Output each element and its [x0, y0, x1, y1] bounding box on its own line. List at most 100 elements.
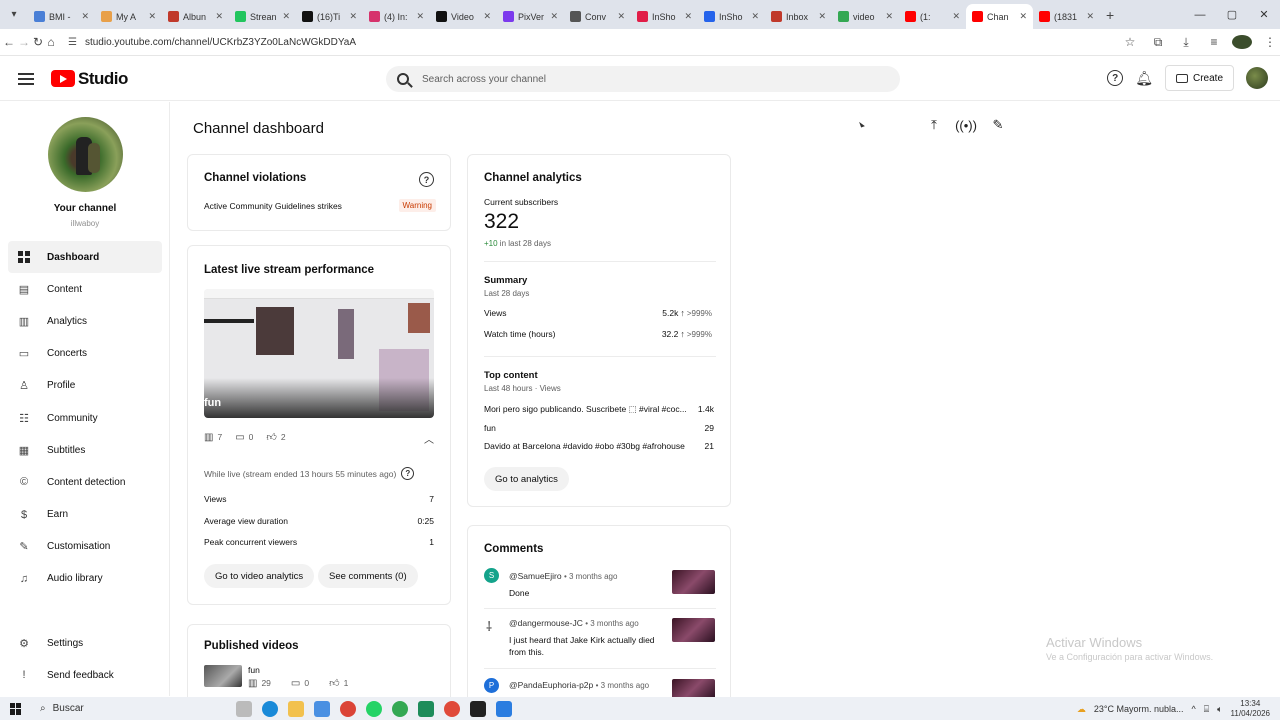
comment-video-thumbnail[interactable]: [672, 570, 715, 594]
app-blue-icon[interactable]: [496, 700, 512, 717]
tab-close-icon[interactable]: ✕: [81, 11, 89, 22]
sidebar-item-content[interactable]: ▤ Content: [8, 273, 162, 305]
media-control-icon[interactable]: ≡: [1204, 35, 1224, 49]
capcut-icon[interactable]: [470, 700, 486, 717]
upload-icon[interactable]: ⤒: [925, 116, 943, 134]
browser-tab[interactable]: BMI - ✕: [28, 4, 95, 29]
volume-icon[interactable]: 🔈︎: [1217, 704, 1222, 715]
network-icon[interactable]: ⌸: [1204, 704, 1209, 715]
comment-video-thumbnail[interactable]: [672, 679, 715, 699]
tab-close-icon[interactable]: ✕: [148, 11, 156, 22]
commenter-avatar[interactable]: S: [484, 568, 499, 583]
task-view-icon[interactable]: [236, 700, 252, 717]
create-button[interactable]: Create: [1164, 65, 1234, 91]
account-avatar[interactable]: [1246, 67, 1268, 89]
tab-close-icon[interactable]: ✕: [818, 11, 826, 22]
browser-tab[interactable]: (1831 ✕: [1033, 4, 1100, 29]
bookmark-star-icon[interactable]: ☆: [1120, 35, 1140, 49]
home-button[interactable]: ⌂: [46, 30, 56, 54]
url-field[interactable]: ☰ studio.youtube.com/channel/UCKrbZ3YZo0…: [68, 31, 1108, 53]
tab-close-icon[interactable]: ✕: [550, 11, 558, 22]
menu-icon[interactable]: [18, 72, 34, 85]
browser-tab[interactable]: Conv ✕: [564, 4, 631, 29]
weather-text[interactable]: 23°C Mayorm. nubla...: [1094, 704, 1184, 714]
tab-close-icon[interactable]: ✕: [1019, 11, 1027, 22]
tab-close-icon[interactable]: ✕: [1086, 11, 1094, 22]
sidebar-item-community[interactable]: ☷ Community: [8, 402, 162, 434]
browser-tab[interactable]: Strean ✕: [229, 4, 296, 29]
weather-icon[interactable]: ☁: [1077, 704, 1086, 715]
tab-close-icon[interactable]: ✕: [349, 11, 357, 22]
browser-tab[interactable]: My A ✕: [95, 4, 162, 29]
sidebar-item-customisation[interactable]: ✎ Customisation: [8, 531, 162, 563]
sidebar-item-dashboard[interactable]: Dashboard: [8, 241, 162, 274]
taskbar-search[interactable]: ⌕ Buscar: [40, 703, 230, 714]
chrome-profile-2-icon[interactable]: [444, 700, 460, 717]
go-live-icon[interactable]: ((•)): [955, 116, 977, 134]
sidebar-item-content-detection[interactable]: © Content detection: [8, 466, 162, 498]
site-info-icon[interactable]: ☰: [68, 37, 77, 48]
back-button[interactable]: ←: [3, 30, 15, 54]
browser-tab[interactable]: (4) In: ✕: [363, 4, 430, 29]
clock[interactable]: 13:34 11/04/2026: [1231, 699, 1270, 719]
extensions-icon[interactable]: ⧉: [1148, 35, 1168, 50]
browser-tab[interactable]: InSho ✕: [631, 4, 698, 29]
tab-close-icon[interactable]: ✕: [885, 11, 893, 22]
sidebar-item-earn[interactable]: $ Earn: [8, 499, 162, 531]
browser-tab[interactable]: (16)Ti ✕: [296, 4, 363, 29]
whatsapp-icon[interactable]: [366, 700, 382, 717]
see-comments-button[interactable]: See comments (0): [318, 564, 418, 588]
tab-search-chevron-icon[interactable]: ▾: [0, 0, 28, 29]
top-content-row[interactable]: fun 29: [484, 423, 714, 433]
tab-close-icon[interactable]: ✕: [416, 11, 424, 22]
chrome-profile-icon[interactable]: [392, 700, 408, 717]
sidebar-item-concerts[interactable]: ▭ Concerts: [8, 338, 162, 370]
published-video-title[interactable]: fun: [248, 665, 260, 675]
studio-logo[interactable]: Studio: [51, 69, 128, 89]
browser-menu-icon[interactable]: ⋮: [1260, 35, 1280, 49]
violations-help-icon[interactable]: ?: [419, 172, 434, 187]
collapse-chevron-icon[interactable]: ︿: [424, 431, 434, 446]
close-window-button[interactable]: ✕: [1248, 0, 1280, 29]
top-content-row[interactable]: Davido at Barcelona #davido #obo #30bg #…: [484, 441, 714, 451]
commenter-avatar[interactable]: P: [484, 678, 499, 693]
search-bar[interactable]: [386, 66, 900, 92]
create-post-icon[interactable]: ✎: [989, 116, 1007, 134]
minimize-button[interactable]: —: [1184, 0, 1216, 29]
commenter-name[interactable]: @SamueEjiro: [509, 571, 562, 581]
browser-tab[interactable]: (1: ✕: [899, 4, 966, 29]
store-icon[interactable]: [314, 700, 330, 717]
live-thumbnail[interactable]: [204, 289, 434, 418]
go-to-analytics-button[interactable]: Go to analytics: [484, 467, 569, 491]
tab-close-icon[interactable]: ✕: [282, 11, 290, 22]
downloads-icon[interactable]: ⤓: [1176, 35, 1196, 50]
maximize-button[interactable]: ▢: [1216, 0, 1248, 29]
channel-avatar[interactable]: [48, 117, 123, 192]
chrome-icon[interactable]: [340, 700, 356, 717]
file-explorer-icon[interactable]: [288, 700, 304, 717]
tab-close-icon[interactable]: ✕: [751, 11, 759, 22]
browser-tab[interactable]: Albun ✕: [162, 4, 229, 29]
forward-button[interactable]: →: [18, 30, 30, 54]
tab-close-icon[interactable]: ✕: [684, 11, 692, 22]
reload-button[interactable]: ↻: [33, 30, 43, 54]
browser-tab[interactable]: InSho ✕: [698, 4, 765, 29]
browser-tab[interactable]: Chan ✕: [966, 4, 1033, 29]
browser-tab[interactable]: video ✕: [832, 4, 899, 29]
browser-profile-avatar[interactable]: [1232, 35, 1252, 49]
sidebar-item-profile[interactable]: ♙ Profile: [8, 370, 162, 402]
sidebar-item-analytics[interactable]: ▥ Analytics: [8, 305, 162, 337]
app-green-icon[interactable]: [418, 700, 434, 717]
sidebar-item-settings[interactable]: ⚙ Settings: [8, 627, 162, 659]
start-button-icon[interactable]: [10, 702, 22, 715]
commenter-name[interactable]: @PandaEuphoria-p2p: [509, 680, 593, 690]
edge-icon[interactable]: [262, 700, 278, 717]
browser-tab[interactable]: Video ✕: [430, 4, 497, 29]
commenter-name[interactable]: @dangermouse-JC: [509, 618, 583, 628]
sidebar-item-audio-library[interactable]: ♫ Audio library: [8, 563, 162, 595]
commenter-avatar[interactable]: ⸸: [486, 617, 492, 635]
comment-video-thumbnail[interactable]: [672, 618, 715, 642]
go-to-video-analytics-button[interactable]: Go to video analytics: [204, 564, 315, 588]
tab-close-icon[interactable]: ✕: [215, 11, 223, 22]
tab-close-icon[interactable]: ✕: [952, 11, 960, 22]
